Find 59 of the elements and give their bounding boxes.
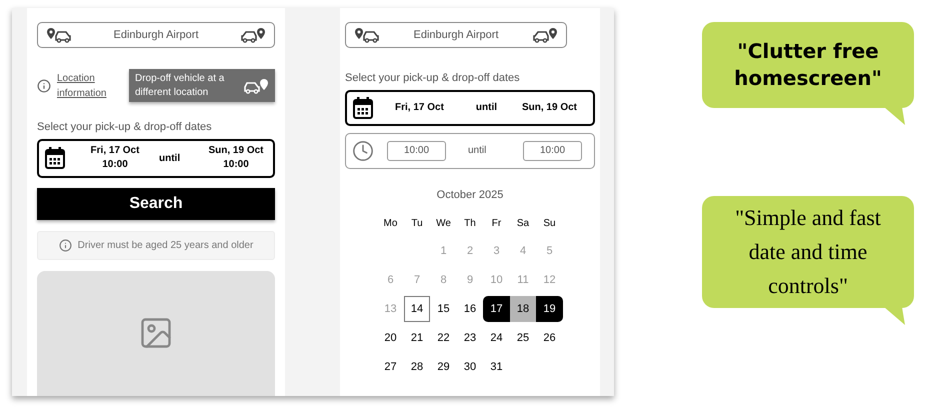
- calendar-day[interactable]: 22: [430, 325, 457, 351]
- pin-car-icon: [46, 27, 72, 43]
- location-field[interactable]: Edinburgh Airport: [37, 22, 275, 48]
- calendar-day[interactable]: 23: [456, 325, 484, 351]
- until-label: until: [159, 152, 180, 166]
- info-icon: [37, 78, 51, 92]
- pickup-date: Fri, 17 Oct: [395, 101, 444, 115]
- dates-label: Select your pick-up & drop-off dates: [345, 71, 521, 86]
- calendar-icon: [45, 147, 65, 169]
- weekday-label: Sa: [516, 216, 530, 230]
- weekday-label: Th: [463, 216, 477, 230]
- dropoff-date: Sun, 19 Oct 10:00: [207, 144, 264, 172]
- weekday-label: Mo: [382, 216, 398, 230]
- clock-icon: [352, 140, 374, 162]
- weekday-label: Su: [542, 216, 557, 230]
- location-value: Edinburgh Airport: [414, 28, 498, 43]
- calendar-day[interactable]: 26: [536, 325, 563, 351]
- weekday-label: We: [435, 216, 452, 230]
- pickup-time-field[interactable]: 10:00: [387, 140, 446, 160]
- search-button[interactable]: Search: [37, 188, 275, 220]
- calendar-day[interactable]: 20: [377, 325, 404, 351]
- pin-car-icon: [354, 27, 380, 43]
- location-info-link[interactable]: Location information: [57, 70, 115, 100]
- calendar-day[interactable]: 16: [456, 296, 484, 322]
- calendar-day[interactable]: 24: [483, 325, 510, 351]
- weekday-label: Fr: [490, 216, 502, 230]
- dates-label: Select your pick-up & drop-off dates: [37, 120, 213, 135]
- location-value: Edinburgh Airport: [114, 28, 198, 43]
- calendar-day[interactable]: 19: [536, 296, 563, 322]
- calendar-day[interactable]: 25: [510, 325, 536, 351]
- pickup-date: Fri, 17 Oct 10:00: [90, 144, 140, 172]
- dropoff-date: Sun, 19 Oct: [522, 101, 577, 115]
- dropoff-time-field[interactable]: 10:00: [523, 140, 582, 160]
- month-title: October 2025: [436, 188, 504, 202]
- calendar-day[interactable]: 27: [377, 354, 404, 380]
- date-range-field[interactable]: Fri, 17 Oct until Sun, 19 Oct: [345, 90, 595, 126]
- callout-text: "Clutter free homescreen": [733, 38, 883, 92]
- calendar-day[interactable]: 18: [510, 296, 536, 322]
- info-icon: [58, 238, 72, 252]
- pin-car-icon: [532, 27, 558, 43]
- location-field[interactable]: Edinburgh Airport: [345, 22, 567, 48]
- age-notice-text: Driver must be aged 25 years and older: [78, 238, 254, 252]
- weekday-label: Tu: [410, 216, 424, 230]
- calendar-day[interactable]: 31: [483, 354, 510, 380]
- car-pin-icon: [243, 78, 269, 94]
- pin-car-icon: [240, 27, 266, 43]
- calendar-day[interactable]: 15: [430, 296, 457, 322]
- different-dropoff-button[interactable]: Drop-off vehicle at a different location: [129, 69, 275, 102]
- calendar-day[interactable]: 21: [404, 325, 430, 351]
- until-label: until: [468, 144, 486, 158]
- until-label: until: [476, 101, 498, 115]
- calendar-day[interactable]: 17: [483, 296, 510, 322]
- calendar-icon: [353, 96, 373, 118]
- calendar-day[interactable]: 28: [404, 354, 430, 380]
- calendar-day[interactable]: 30: [456, 354, 484, 380]
- callout-text: "Simple and fast date and time controls": [734, 204, 882, 300]
- calendar-day[interactable]: 14: [404, 296, 430, 322]
- date-range-field[interactable]: Fri, 17 Oct 10:00 until Sun, 19 Oct 10:00: [37, 138, 275, 178]
- calendar-day[interactable]: 29: [430, 354, 457, 380]
